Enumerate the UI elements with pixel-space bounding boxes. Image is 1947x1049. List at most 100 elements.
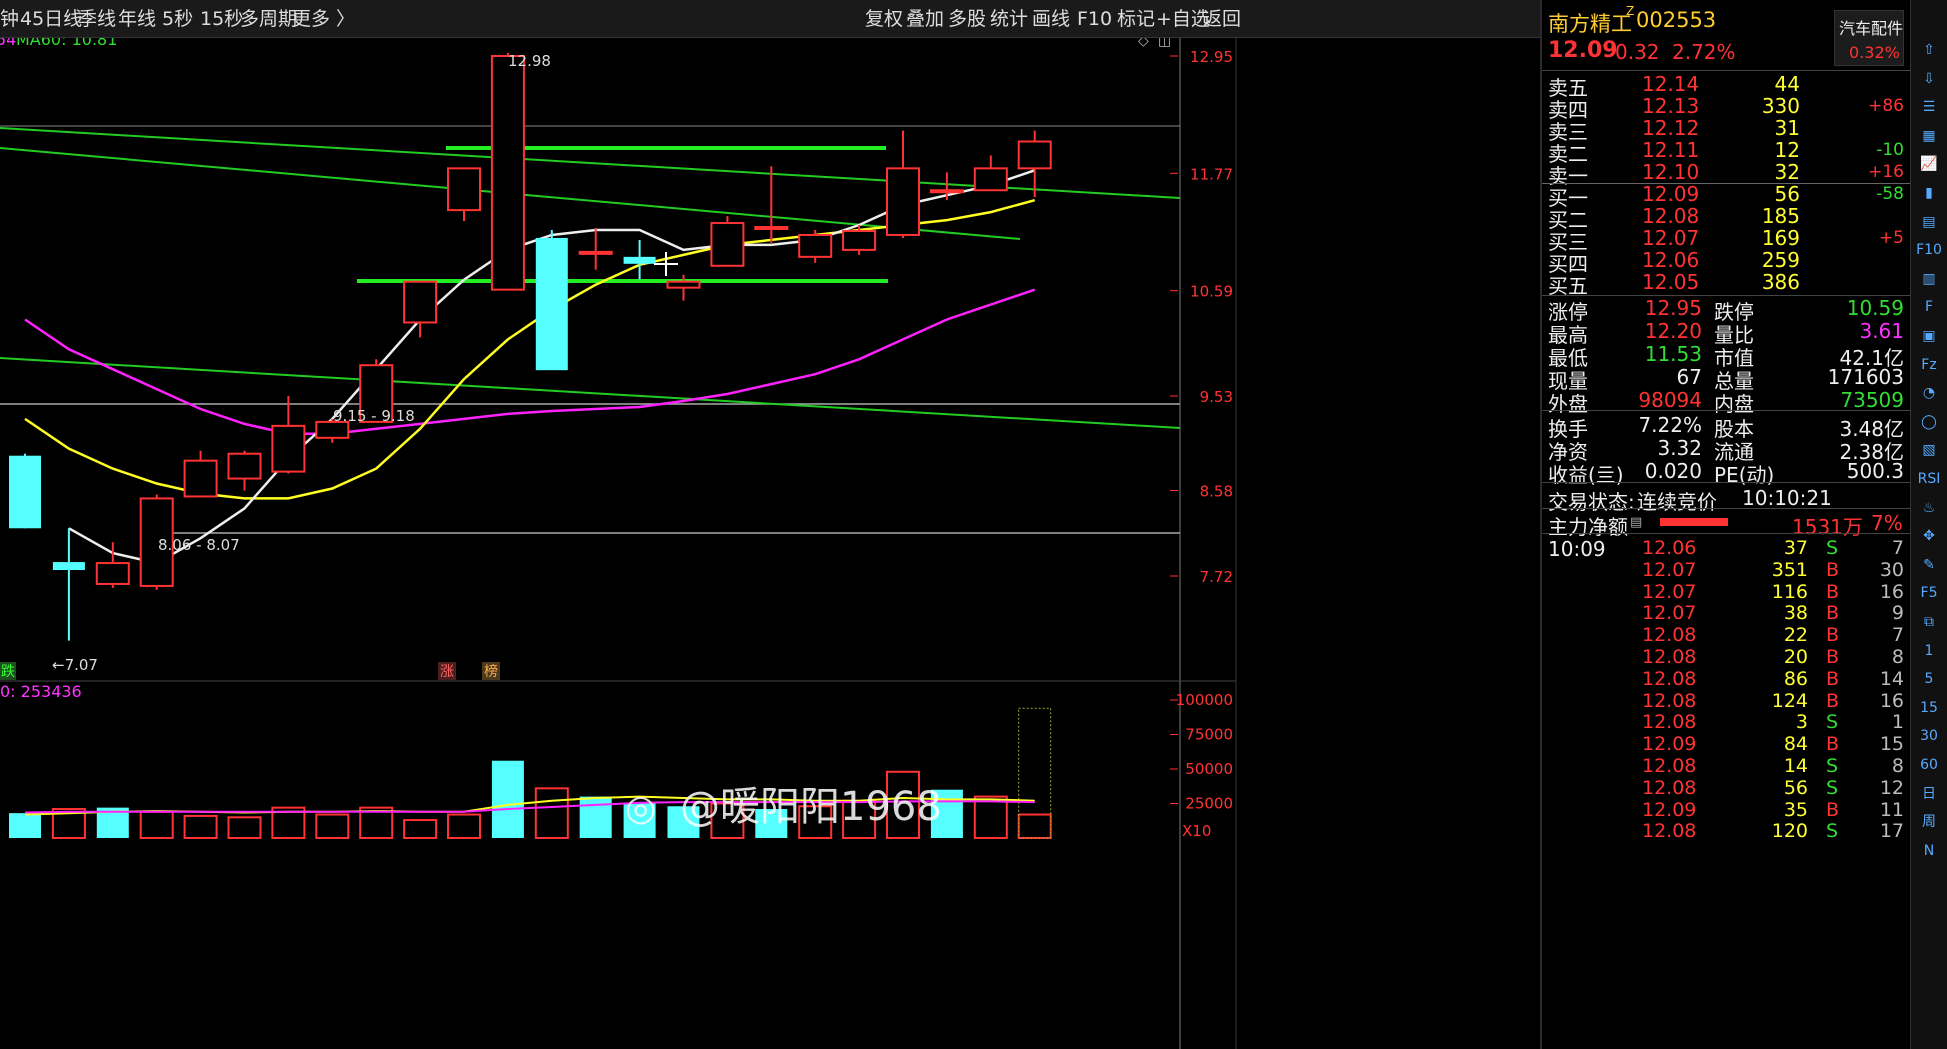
down-arrow-icon[interactable]: ⇩ <box>1915 65 1943 93</box>
candle-body <box>9 455 41 529</box>
toolbar-action-3[interactable]: 统计 <box>990 0 1028 38</box>
orderbook-price: 12.14 <box>1642 72 1700 96</box>
chart-icon[interactable]: ▥ <box>1915 265 1943 293</box>
main-flow-pct: 7% <box>1871 511 1903 535</box>
volume-bar <box>973 795 1008 839</box>
ma60-label: MA60: 10.81 <box>16 38 117 49</box>
diamond-icon[interactable]: ◇ <box>1138 38 1149 49</box>
right-tool-F5[interactable]: F5 <box>1915 579 1943 607</box>
candle-body <box>666 280 701 289</box>
candle[interactable] <box>535 229 568 371</box>
flame-icon[interactable]: ♨ <box>1915 494 1943 522</box>
orderbook-volume: 169 <box>1761 226 1800 250</box>
move-icon[interactable]: ✥ <box>1915 522 1943 550</box>
toolbar-action-0[interactable]: 复权 <box>865 0 903 38</box>
right-tool-F10[interactable]: F10 <box>1915 236 1943 264</box>
toolbar-period-0[interactable]: 钟 <box>0 0 19 38</box>
orderbook-price: 12.11 <box>1642 138 1700 162</box>
circle-icon[interactable]: ◯ <box>1915 408 1943 436</box>
toolbar-action-6[interactable]: 标记 <box>1117 0 1155 38</box>
toolbar-period-6[interactable]: 多周期 <box>240 0 297 38</box>
toolbar-period-7[interactable]: 更多 〉 <box>292 0 355 38</box>
orderbook-price: 12.09 <box>1642 182 1700 206</box>
tick-count: 1 <box>1891 711 1904 734</box>
tick-volume: 86 <box>1783 667 1808 690</box>
toolbar-period-4[interactable]: 5秒 <box>162 0 193 38</box>
toolbar-action-8[interactable]: 返回 <box>1203 0 1241 38</box>
tick-volume: 351 <box>1771 558 1808 581</box>
right-tool-日[interactable]: 日 <box>1915 780 1943 808</box>
toolbar-period-1[interactable]: 45日线 <box>20 0 82 38</box>
right-tool-Fz[interactable]: Fz <box>1915 351 1943 379</box>
right-tool-60[interactable]: 60 <box>1915 751 1943 779</box>
sector-box[interactable]: 汽车配件 0.32% <box>1834 10 1904 66</box>
tick-price: 12.08 <box>1642 755 1697 777</box>
right-tool-5[interactable]: 5 <box>1915 665 1943 693</box>
right-tool-RSI[interactable]: RSI <box>1915 465 1943 493</box>
square-icon[interactable]: ▣ <box>1915 322 1943 350</box>
toolbar-period-3[interactable]: 年线 <box>118 0 156 38</box>
F-icon[interactable]: F <box>1915 293 1943 321</box>
candle-body <box>1017 140 1052 170</box>
toolbar-action-4[interactable]: 画线 <box>1032 0 1070 38</box>
candle-body <box>227 452 262 480</box>
tick-side: B <box>1826 689 1840 712</box>
main-flow-track <box>1660 518 1810 526</box>
toolbar-period-2[interactable]: 季线 <box>78 0 116 38</box>
circle-chart-icon[interactable]: ◔ <box>1915 379 1943 407</box>
volume-bar <box>579 796 612 838</box>
right-tool-30[interactable]: 30 <box>1915 722 1943 750</box>
tick-volume: 38 <box>1783 602 1808 625</box>
orderbook-change: -58 <box>1876 184 1904 204</box>
toolbar-action-5[interactable]: F10 <box>1077 0 1112 38</box>
news-icon[interactable]: ▤ <box>1915 208 1943 236</box>
tick-side: S <box>1826 755 1839 777</box>
tick-price: 12.08 <box>1642 624 1697 647</box>
tick-volume: 116 <box>1771 580 1808 603</box>
main-flow-icon[interactable]: ▤ <box>1630 515 1642 530</box>
sector-pct: 0.32% <box>1849 43 1900 62</box>
pencil-icon[interactable]: ✎ <box>1915 551 1943 579</box>
high-label: 12.98 <box>508 52 551 70</box>
stat-value: 3.61 <box>1859 319 1904 343</box>
toolbar-action-7[interactable]: +自选 <box>1156 0 1210 38</box>
right-tool-N[interactable]: N <box>1915 837 1943 865</box>
candle-icon[interactable]: ▮ <box>1915 179 1943 207</box>
ticks-time: 10:09 <box>1548 537 1606 561</box>
tick-price: 12.07 <box>1642 602 1697 625</box>
stat-value: 73509 <box>1840 388 1904 412</box>
panel-toggle-icon[interactable]: ◫ <box>1158 38 1171 49</box>
share-icon[interactable]: ⧉ <box>1915 608 1943 636</box>
tag-bang: 榜 <box>484 663 498 680</box>
candle[interactable] <box>490 53 525 291</box>
orderbook-price: 12.12 <box>1642 116 1700 140</box>
list-icon[interactable]: ☰ <box>1915 93 1943 121</box>
right-tool-周[interactable]: 周 <box>1915 808 1943 836</box>
line-chart-icon[interactable]: 📈 <box>1915 150 1943 178</box>
tick-price: 12.06 <box>1642 537 1697 559</box>
tick-price: 12.08 <box>1642 646 1697 668</box>
chart2-icon[interactable]: ▧ <box>1915 436 1943 464</box>
tick-volume: 3 <box>1795 711 1808 734</box>
tick-volume: 20 <box>1783 646 1808 668</box>
toolbar-period-5[interactable]: 15秒 <box>200 0 243 38</box>
table-icon[interactable]: ▦ <box>1915 122 1943 150</box>
stat-value: 0.020 <box>1644 459 1702 483</box>
toolbar-action-1[interactable]: 叠加 <box>906 0 944 38</box>
candle-body <box>535 237 568 371</box>
right-tool-15[interactable]: 15 <box>1915 694 1943 722</box>
stock-change: 0.32 <box>1615 40 1660 64</box>
tick-count: 9 <box>1891 602 1904 625</box>
candle-body <box>578 250 613 255</box>
stat-value: 7.22% <box>1638 413 1702 437</box>
candle-body <box>403 280 438 324</box>
candle[interactable] <box>710 216 745 267</box>
right-tool-1[interactable]: 1 <box>1915 637 1943 665</box>
stat-value: 3.32 <box>1657 436 1702 460</box>
toolbar-action-2[interactable]: 多股 <box>948 0 986 38</box>
kline-chart-area[interactable]: 12.95 11.77 10.59 9.53 8.58 7.72 12.98 ←7.07 9.1… <box>0 38 1540 1049</box>
up-arrow-icon[interactable]: ⇧ <box>1915 36 1943 64</box>
orderbook-volume: 56 <box>1774 182 1800 206</box>
candle[interactable] <box>9 453 41 529</box>
main-flow-value: 1531万 <box>1792 515 1863 539</box>
